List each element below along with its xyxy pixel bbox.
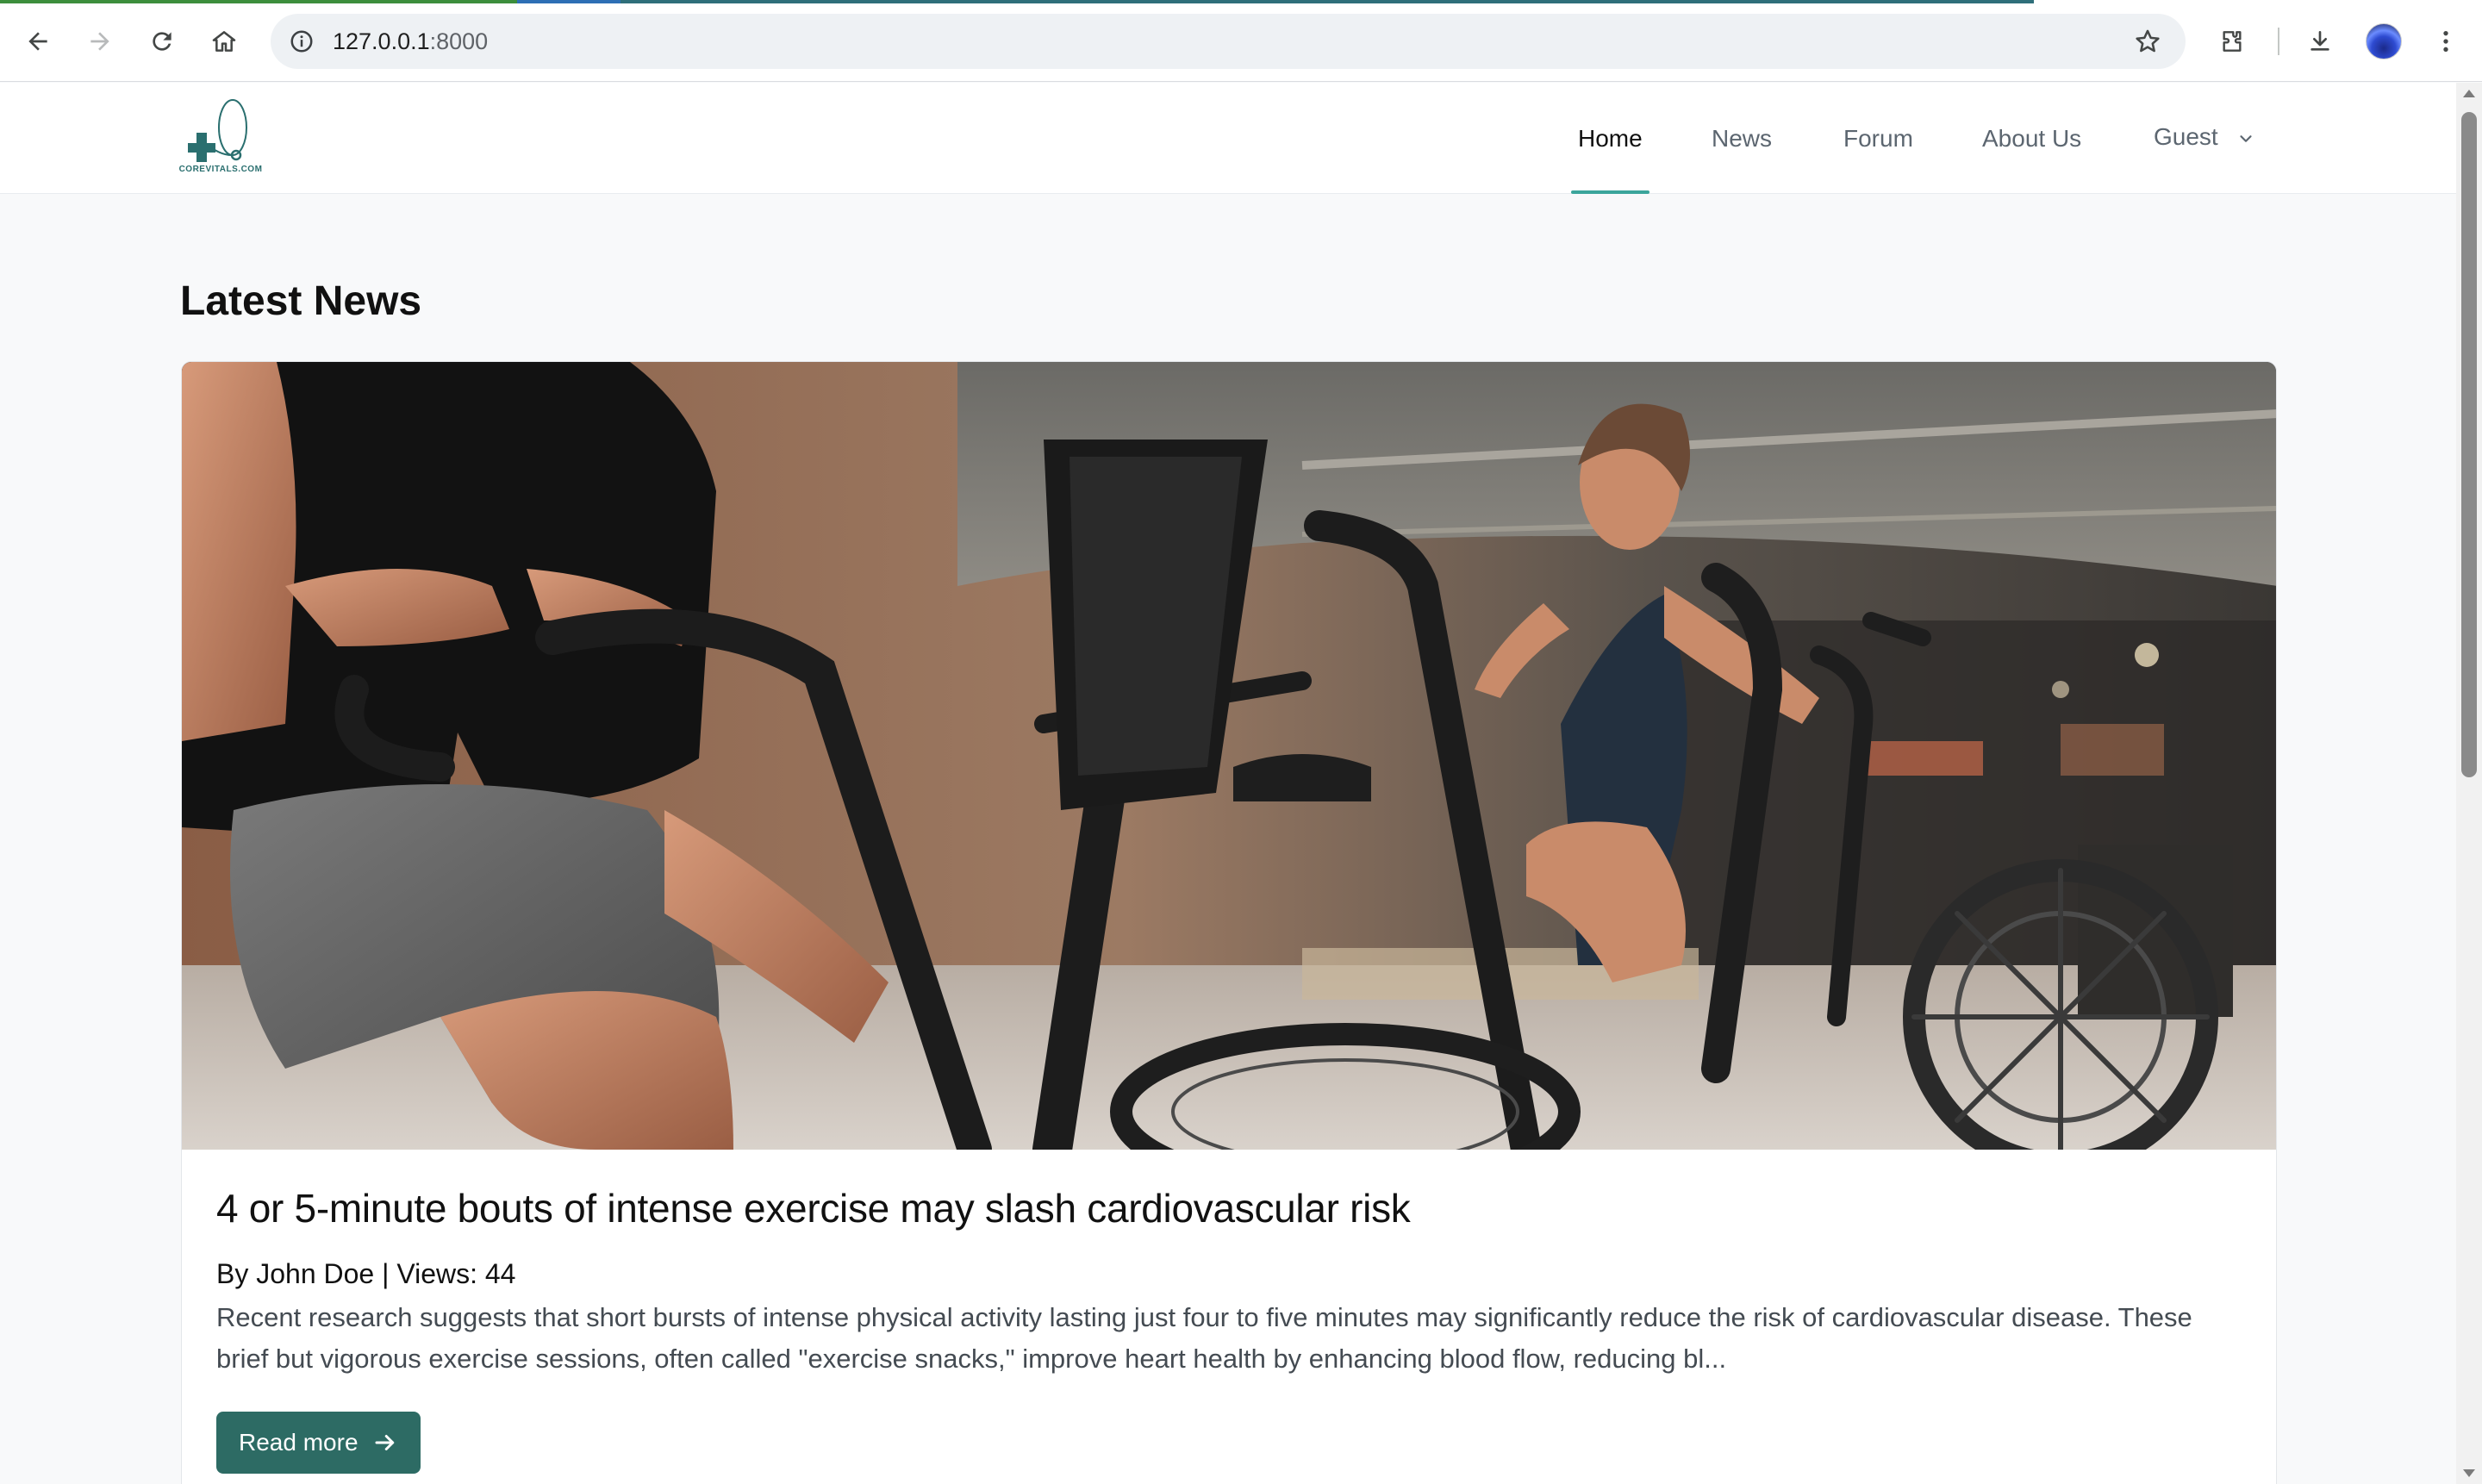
reload-icon <box>153 32 171 51</box>
hero-photo-exercise-bikes[interactable] <box>182 362 2276 1150</box>
site-logo[interactable]: COREVITALS.COM <box>178 95 264 174</box>
menu-kebab-icon <box>2443 31 2448 52</box>
read-more-label: Read more <box>239 1429 359 1456</box>
nav-home[interactable]: Home <box>1571 83 1649 194</box>
toolbar-divider <box>2278 28 2279 55</box>
bookmark-button[interactable] <box>2129 22 2167 60</box>
account-dropdown[interactable]: Guest <box>2154 83 2255 194</box>
scrollbar-thumb[interactable] <box>2461 112 2477 777</box>
page-scrollbar[interactable] <box>2456 83 2482 1484</box>
back-button[interactable] <box>14 17 62 65</box>
url-port: :8000 <box>429 28 489 54</box>
back-icon <box>28 32 47 51</box>
site-info-button[interactable] <box>283 22 321 60</box>
section-title: Latest News <box>180 278 422 324</box>
chevron-down-icon <box>2236 84 2255 196</box>
scroll-down-arrow-icon[interactable] <box>2463 1469 2475 1477</box>
news-card: 4 or 5-minute bouts of intense exercise … <box>181 361 2277 1484</box>
article-title[interactable]: 4 or 5-minute bouts of intense exercise … <box>216 1185 1411 1231</box>
profile-avatar[interactable] <box>2366 23 2402 59</box>
article-meta: By John Doe | Views: 44 <box>216 1258 516 1289</box>
logo-text: COREVITALS.COM <box>178 165 263 174</box>
nav-about-us[interactable]: About Us <box>1982 83 2081 194</box>
downloads-button[interactable] <box>2296 17 2344 65</box>
reload-button[interactable] <box>138 17 186 65</box>
article-excerpt: Recent research suggests that short burs… <box>216 1302 2192 1374</box>
site-header: COREVITALS.COM Home News Forum About Us … <box>0 83 2456 194</box>
download-icon <box>2311 31 2329 51</box>
account-label: Guest <box>2154 123 2218 150</box>
address-bar[interactable]: 127.0.0.1:8000 <box>271 14 2186 69</box>
forward-icon <box>90 32 109 51</box>
logo-mark-icon <box>188 99 247 162</box>
arrow-right-icon <box>375 1435 394 1450</box>
site-info-icon <box>290 30 313 53</box>
browser-menu-button[interactable] <box>2422 17 2470 65</box>
extensions-icon <box>2223 31 2242 52</box>
nav-forum[interactable]: Forum <box>1843 83 1913 194</box>
read-more-button[interactable]: Read more <box>216 1412 421 1474</box>
bookmark-star-icon <box>2136 29 2160 53</box>
url-host: 127.0.0.1 <box>333 28 430 54</box>
tab-strip-edge <box>0 0 2482 3</box>
scroll-up-arrow-icon[interactable] <box>2463 90 2475 97</box>
url-text[interactable]: 127.0.0.1:8000 <box>333 14 488 69</box>
extensions-button[interactable] <box>2208 17 2256 65</box>
browser-toolbar: 127.0.0.1:8000 <box>0 0 2482 82</box>
home-button[interactable] <box>200 17 248 65</box>
home-icon <box>212 31 236 52</box>
forward-button[interactable] <box>76 17 124 65</box>
nav-news[interactable]: News <box>1712 83 1772 194</box>
